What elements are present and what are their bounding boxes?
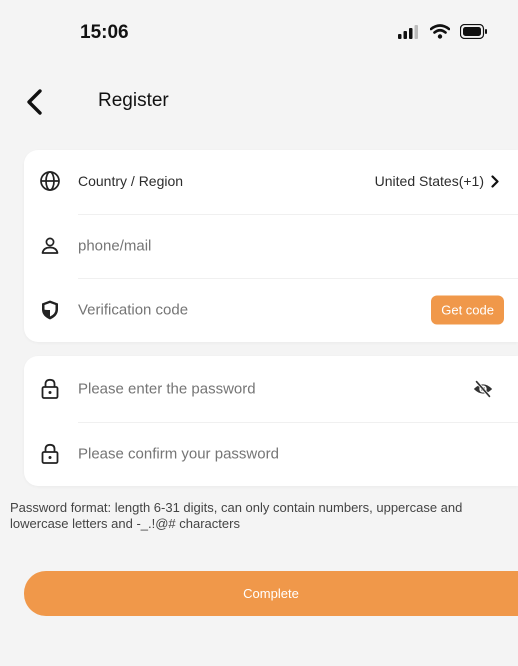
- phone-mail-input[interactable]: [78, 237, 438, 255]
- chevron-right-icon: [491, 174, 499, 188]
- country-value[interactable]: United States(+1): [375, 173, 500, 189]
- verification-row[interactable]: Get code: [24, 279, 518, 341]
- status-icons: [398, 24, 488, 39]
- user-icon: [41, 237, 59, 254]
- password-row[interactable]: [24, 358, 518, 420]
- confirm-password-input[interactable]: [78, 445, 418, 463]
- lock-icon: [41, 378, 59, 399]
- phone-mail-row[interactable]: [24, 215, 518, 277]
- page-title: Register: [98, 90, 169, 111]
- confirm-password-row[interactable]: [24, 423, 518, 485]
- country-row[interactable]: Country / Region United States(+1): [24, 150, 518, 212]
- complete-button[interactable]: Complete: [24, 571, 518, 616]
- country-label: Country / Region: [78, 173, 184, 189]
- password-hint: Password format: length 6-31 digits, can…: [10, 500, 463, 531]
- country-value-text: United States(+1): [374, 173, 484, 189]
- password-card: [24, 356, 518, 486]
- nav-bar: Register: [0, 76, 518, 128]
- shield-icon: [42, 300, 58, 320]
- status-bar: 15:06: [0, 0, 518, 62]
- lock-icon: [41, 443, 59, 464]
- signal-icon: [398, 24, 418, 39]
- eye-off-icon[interactable]: [472, 378, 494, 400]
- password-input[interactable]: [78, 380, 418, 398]
- battery-icon: [460, 24, 487, 39]
- get-code-button[interactable]: Get code: [431, 295, 504, 325]
- verification-code-input[interactable]: [78, 301, 378, 319]
- back-button[interactable]: [22, 86, 52, 118]
- globe-icon: [40, 171, 60, 191]
- account-card: Country / Region United States(+1) Get c…: [24, 150, 518, 342]
- chevron-left-icon: [27, 89, 42, 115]
- status-time: 15:06: [80, 22, 129, 43]
- wifi-icon: [430, 24, 450, 39]
